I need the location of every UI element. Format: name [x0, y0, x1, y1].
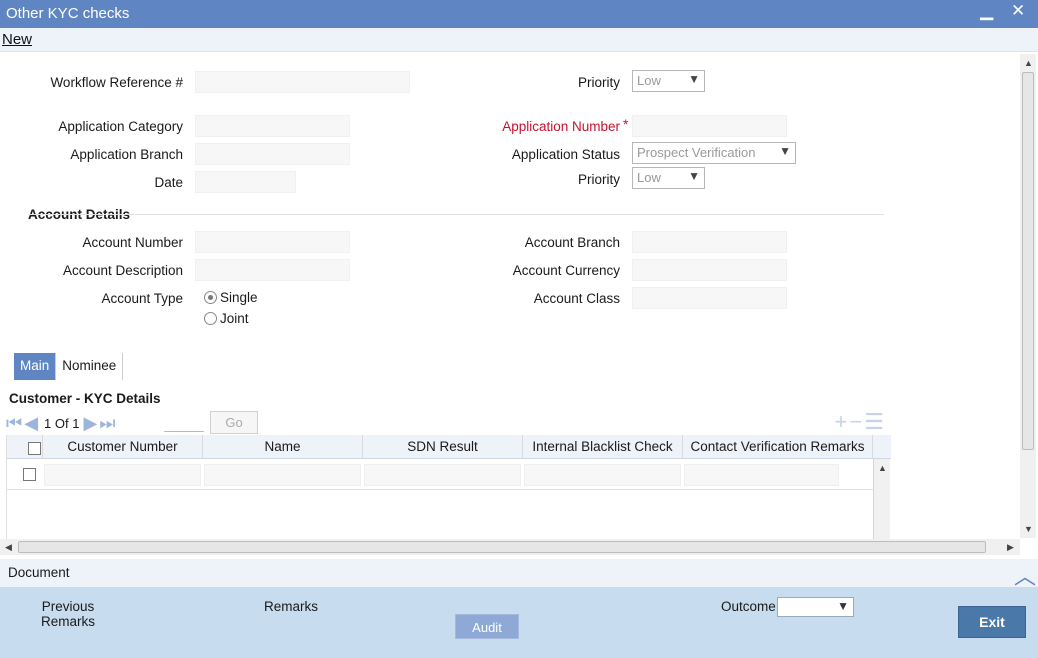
- add-row-icon[interactable]: +: [835, 409, 850, 434]
- document-bar: Document ︿: [0, 559, 1038, 589]
- account-branch-field[interactable]: [632, 231, 787, 253]
- account-class-field[interactable]: [632, 287, 787, 309]
- account-type-joint-radio[interactable]: Joint: [204, 311, 249, 326]
- sdn-result-cell[interactable]: [364, 464, 521, 486]
- customer-number-cell[interactable]: [44, 464, 201, 486]
- footer-panel: Previous Remarks Remarks Audit Outcome ▼…: [0, 587, 1038, 658]
- close-icon[interactable]: ✕: [1011, 1, 1025, 21]
- section-divider: [28, 214, 884, 215]
- delete-row-icon[interactable]: −: [849, 409, 864, 434]
- scroll-up-icon[interactable]: ▲: [1024, 58, 1033, 68]
- priority-top-value: Low: [637, 73, 661, 88]
- audit-button[interactable]: Audit: [455, 614, 519, 639]
- chevron-down-icon: ▼: [779, 144, 791, 158]
- app-branch-field[interactable]: [195, 143, 350, 165]
- account-currency-field[interactable]: [632, 259, 787, 281]
- prev-page-icon[interactable]: ◀: [24, 413, 38, 434]
- account-description-field[interactable]: [195, 259, 350, 281]
- select-all-checkbox[interactable]: [28, 442, 41, 455]
- account-number-field[interactable]: [195, 231, 350, 253]
- horizontal-scroll-thumb[interactable]: [18, 541, 986, 553]
- menu-bar: New: [0, 28, 1038, 52]
- app-category-label: Application Category: [58, 119, 183, 134]
- col-customer-number[interactable]: Customer Number: [43, 435, 203, 459]
- contact-remarks-cell[interactable]: [684, 464, 839, 486]
- account-type-single-radio[interactable]: Single: [204, 290, 258, 305]
- first-page-icon[interactable]: ⏮: [6, 413, 22, 434]
- priority-top-label: Priority: [577, 75, 620, 90]
- next-page-icon[interactable]: ▶: [83, 413, 97, 434]
- account-type-label: Account Type: [101, 291, 183, 306]
- col-name[interactable]: Name: [203, 435, 363, 459]
- scroll-up-icon[interactable]: ▲: [878, 463, 887, 473]
- single-option-label: Single: [220, 290, 258, 305]
- radio-selected-icon: [204, 291, 217, 304]
- window-titlebar: Other KYC checks ▁ ✕: [0, 0, 1038, 28]
- previous-remarks-link[interactable]: Previous Remarks: [36, 599, 100, 629]
- app-branch-label: Application Branch: [70, 147, 183, 162]
- required-star: *: [623, 116, 629, 132]
- last-page-icon[interactable]: ⏭: [99, 413, 115, 434]
- exit-button[interactable]: Exit: [958, 606, 1026, 638]
- account-class-label: Account Class: [533, 291, 620, 306]
- col-sdn-result[interactable]: SDN Result: [363, 435, 523, 459]
- table-row: [7, 460, 873, 490]
- new-link[interactable]: New: [2, 31, 32, 48]
- priority-label: Priority: [577, 172, 620, 187]
- joint-option-label: Joint: [220, 311, 249, 326]
- account-branch-label: Account Branch: [524, 235, 620, 250]
- app-category-field[interactable]: [195, 115, 350, 137]
- workflow-ref-label: Workflow Reference #: [50, 75, 183, 90]
- chevron-down-icon: ▼: [688, 169, 700, 183]
- tab-bar: Main Nominee: [14, 353, 124, 380]
- scroll-right-icon[interactable]: ▶: [1007, 542, 1014, 553]
- outcome-select[interactable]: ▼: [777, 597, 854, 617]
- col-blacklist-check[interactable]: Internal Blacklist Check: [523, 435, 683, 459]
- previous-remarks-line2: Remarks: [40, 614, 95, 629]
- radio-unselected-icon: [204, 312, 217, 325]
- chevron-down-icon: ▼: [688, 72, 700, 86]
- outcome-label: Outcome: [721, 599, 776, 614]
- kyc-details-title: Customer - KYC Details: [9, 391, 161, 406]
- col-contact-remarks[interactable]: Contact Verification Remarks: [683, 435, 873, 459]
- vertical-scroll-thumb[interactable]: [1022, 72, 1034, 450]
- priority-select[interactable]: Low ▼: [632, 167, 705, 189]
- app-status-label: Application Status: [511, 147, 620, 162]
- account-description-label: Account Description: [62, 263, 183, 278]
- page-number-input[interactable]: [164, 431, 204, 432]
- grid-scrollbar[interactable]: ▲: [873, 459, 890, 539]
- account-currency-label: Account Currency: [512, 263, 620, 278]
- scroll-down-icon[interactable]: ▼: [1024, 524, 1033, 534]
- scroll-left-icon[interactable]: ◀: [5, 542, 12, 553]
- pager-text: 1 Of 1: [44, 415, 80, 431]
- select-all-cell: [7, 435, 43, 459]
- remarks-link[interactable]: Remarks: [264, 599, 318, 614]
- grid-pager: ⏮ ◀ 1 Of 1 ▶ ⏭ Go +−☰: [6, 409, 886, 435]
- blacklist-cell[interactable]: [524, 464, 681, 486]
- chevron-down-icon: ▼: [837, 599, 849, 613]
- minimize-icon[interactable]: ▁: [980, 1, 993, 21]
- go-button[interactable]: Go: [210, 411, 258, 434]
- row-checkbox[interactable]: [23, 468, 36, 481]
- app-number-label: Application Number: [502, 119, 620, 134]
- tab-main[interactable]: Main: [14, 353, 57, 380]
- grid-header: Customer Number Name SDN Result Internal…: [7, 435, 891, 459]
- kyc-grid: Customer Number Name SDN Result Internal…: [6, 435, 891, 539]
- app-number-field[interactable]: [632, 115, 787, 137]
- priority-top-select[interactable]: Low ▼: [632, 70, 705, 92]
- name-cell[interactable]: [204, 464, 361, 486]
- document-label[interactable]: Document: [8, 565, 70, 580]
- single-view-icon[interactable]: ☰: [864, 409, 886, 434]
- date-field[interactable]: [195, 171, 296, 193]
- date-label: Date: [154, 175, 183, 190]
- tab-nominee[interactable]: Nominee: [56, 353, 124, 380]
- workflow-ref-field[interactable]: [195, 71, 410, 93]
- window-title: Other KYC checks: [6, 5, 130, 22]
- app-status-select[interactable]: Prospect Verification ▼: [632, 142, 796, 164]
- priority-value: Low: [637, 170, 661, 185]
- previous-remarks-line1: Previous: [41, 599, 95, 614]
- account-number-label: Account Number: [82, 235, 183, 250]
- app-status-value: Prospect Verification: [637, 145, 756, 160]
